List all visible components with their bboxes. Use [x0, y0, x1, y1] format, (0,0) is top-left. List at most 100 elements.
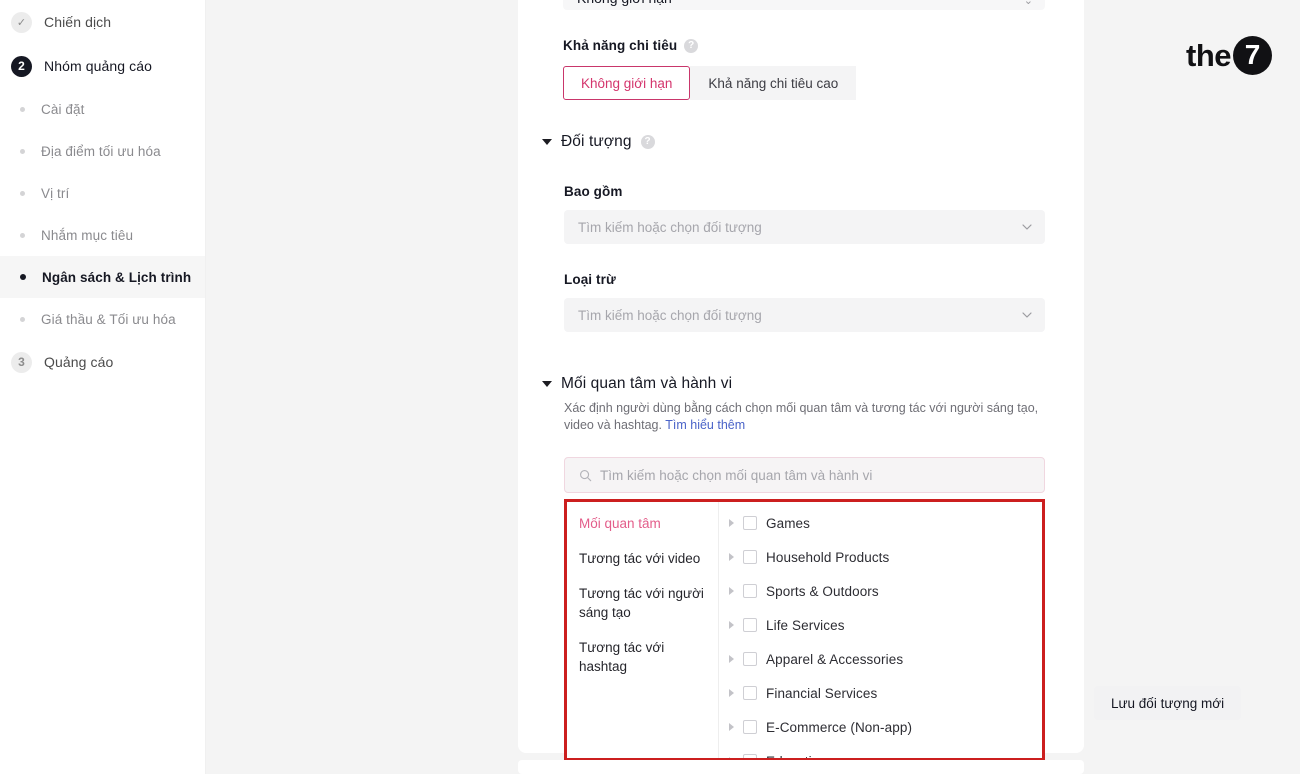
chevron-right-icon[interactable] — [729, 689, 734, 697]
audience-include-block: Bao gồm Tìm kiếm hoặc chọn đối tượng — [542, 184, 1045, 244]
checkbox[interactable] — [743, 754, 757, 758]
list-item-label: Life Services — [766, 618, 845, 633]
logo-mark: 7 — [1233, 36, 1272, 75]
spending-power-option-unlimited[interactable]: Không giới hạn — [563, 66, 690, 100]
chevron-down-icon[interactable] — [542, 139, 552, 145]
checkbox[interactable] — [743, 686, 757, 700]
sidebar-step-adgroup-label: Nhóm quảng cáo — [44, 58, 152, 74]
chevron-down-icon[interactable] — [542, 381, 552, 387]
app-root: ✓ Chiến dịch 2 Nhóm quảng cáo Cài đặt Đị… — [0, 0, 1300, 774]
list-item[interactable]: Games — [719, 506, 1042, 540]
sidebar-step-campaign[interactable]: ✓ Chiến dịch — [0, 0, 205, 44]
sidebar-item-bidding-optimization[interactable]: Giá thầu & Tối ưu hóa — [0, 298, 205, 340]
list-item[interactable]: Household Products — [719, 540, 1042, 574]
list-item[interactable]: Sports & Outdoors — [719, 574, 1042, 608]
interests-dropdown-panel: Mối quan tâm Tương tác với video Tương t… — [564, 499, 1045, 761]
bullet-icon — [20, 233, 25, 238]
bullet-icon — [20, 317, 25, 322]
chevron-down-icon — [1022, 310, 1032, 320]
interests-description: Xác định người dùng bằng cách chọn mối q… — [542, 400, 1045, 434]
sidebar-item-label: Vị trí — [41, 186, 69, 201]
list-item-label: Sports & Outdoors — [766, 584, 879, 599]
list-item-label: Apparel & Accessories — [766, 652, 903, 667]
chevron-right-icon[interactable] — [729, 723, 734, 731]
interests-search-placeholder: Tìm kiếm hoặc chọn mối quan tâm và hành … — [600, 468, 872, 483]
interests-section: Mối quan tâm và hành vi Xác định người d… — [542, 375, 1045, 761]
checkbox[interactable] — [743, 550, 757, 564]
chevron-right-icon[interactable] — [729, 553, 734, 561]
interests-category-video-interaction[interactable]: Tương tác với video — [579, 549, 718, 568]
spending-power-option-high[interactable]: Khả năng chi tiêu cao — [690, 66, 856, 100]
chevron-right-icon[interactable] — [729, 519, 734, 527]
chevron-down-icon: ⌄ — [1024, 0, 1033, 10]
learn-more-link[interactable]: Tìm hiểu thêm — [665, 418, 745, 432]
list-item[interactable]: Financial Services — [719, 676, 1042, 710]
audience-include-label: Bao gồm — [564, 184, 622, 199]
spending-power-label: Khả năng chi tiêu — [563, 38, 677, 53]
audience-section: Đối tượng ? Bao gồm Tìm kiếm hoặc chọn đ… — [542, 133, 1045, 332]
list-item-label: Household Products — [766, 550, 889, 565]
card-bottom-strip — [518, 760, 1084, 774]
interests-dropdown-wrap: Mối quan tâm Tương tác với video Tương t… — [542, 499, 1045, 761]
sidebar-step-campaign-label: Chiến dịch — [44, 14, 111, 30]
sidebar-item-label: Giá thầu & Tối ưu hóa — [41, 312, 176, 327]
audience-include-label-row: Bao gồm — [564, 184, 1045, 199]
audience-exclude-select[interactable]: Tìm kiếm hoặc chọn đối tượng — [564, 298, 1045, 332]
question-icon[interactable]: ? — [641, 135, 655, 149]
interests-category-creator-interaction[interactable]: Tương tác với người sáng tạo — [579, 584, 718, 622]
list-item[interactable]: Life Services — [719, 608, 1042, 642]
audience-exclude-placeholder: Tìm kiếm hoặc chọn đối tượng — [578, 308, 762, 323]
list-item[interactable]: Education — [719, 744, 1042, 758]
checkbox[interactable] — [743, 652, 757, 666]
bullet-icon — [20, 149, 25, 154]
interests-option-list[interactable]: Games Household Products Sports & Outdoo — [719, 502, 1042, 758]
budget-select[interactable]: Không giới hạn ⌄ — [563, 0, 1045, 10]
bullet-icon — [20, 191, 25, 196]
sidebar-item-label: Ngân sách & Lịch trình — [42, 270, 191, 285]
list-item[interactable]: E-Commerce (Non-app) — [719, 710, 1042, 744]
sidebar-step-ads[interactable]: 3 Quảng cáo — [0, 340, 205, 384]
spending-power-segmented: Không giới hạn Khả năng chi tiêu cao — [563, 66, 1045, 100]
sidebar-item-label: Nhắm mục tiêu — [41, 228, 133, 243]
wizard-sidebar: ✓ Chiến dịch 2 Nhóm quảng cáo Cài đặt Đị… — [0, 0, 206, 774]
audience-include-select[interactable]: Tìm kiếm hoặc chọn đối tượng — [564, 210, 1045, 244]
checkbox[interactable] — [743, 618, 757, 632]
interests-header[interactable]: Mối quan tâm và hành vi — [542, 375, 1045, 393]
save-audience-button[interactable]: Lưu đối tượng mới — [1094, 686, 1241, 720]
sidebar-item-settings[interactable]: Cài đặt — [0, 88, 205, 130]
audience-title: Đối tượng — [561, 133, 632, 151]
sidebar-step-adgroup[interactable]: 2 Nhóm quảng cáo — [0, 44, 205, 88]
chevron-right-icon[interactable] — [729, 757, 734, 758]
audience-exclude-block: Loại trừ Tìm kiếm hoặc chọn đối tượng — [542, 272, 1045, 332]
list-item-label: Financial Services — [766, 686, 877, 701]
chevron-right-icon[interactable] — [729, 621, 734, 629]
interests-category-hashtag-interaction[interactable]: Tương tác với hashtag — [579, 638, 718, 676]
step-number-badge: 3 — [11, 352, 32, 373]
checkbox[interactable] — [743, 720, 757, 734]
check-icon: ✓ — [11, 12, 32, 33]
interests-search-input[interactable]: Tìm kiếm hoặc chọn mối quan tâm và hành … — [564, 457, 1045, 493]
checkbox[interactable] — [743, 516, 757, 530]
chevron-right-icon[interactable] — [729, 655, 734, 663]
sidebar-item-targeting[interactable]: Nhắm mục tiêu — [0, 214, 205, 256]
spending-power-section: Khả năng chi tiêu ? Không giới hạn Khả n… — [563, 38, 1045, 100]
list-item-label: Games — [766, 516, 810, 531]
interests-category-interest[interactable]: Mối quan tâm — [579, 514, 718, 533]
list-item-label: E-Commerce (Non-app) — [766, 720, 912, 735]
the7-logo: the 7 — [1186, 36, 1272, 75]
audience-exclude-label-row: Loại trừ — [564, 272, 1045, 287]
chevron-right-icon[interactable] — [729, 587, 734, 595]
sidebar-item-placement[interactable]: Vị trí — [0, 172, 205, 214]
interests-category-list: Mối quan tâm Tương tác với video Tương t… — [567, 502, 719, 758]
sidebar-item-placement-optimization[interactable]: Địa điểm tối ưu hóa — [0, 130, 205, 172]
sidebar-item-budget-schedule[interactable]: Ngân sách & Lịch trình — [0, 256, 205, 298]
question-icon[interactable]: ? — [684, 39, 698, 53]
list-item[interactable]: Apparel & Accessories — [719, 642, 1042, 676]
audience-include-placeholder: Tìm kiếm hoặc chọn đối tượng — [578, 220, 762, 235]
interests-title: Mối quan tâm và hành vi — [561, 375, 732, 393]
adgroup-form-card: Không giới hạn ⌄ Khả năng chi tiêu ? Khô… — [518, 0, 1084, 753]
search-icon — [579, 469, 592, 482]
audience-header[interactable]: Đối tượng ? — [542, 133, 1045, 151]
checkbox[interactable] — [743, 584, 757, 598]
bullet-icon — [20, 274, 26, 280]
